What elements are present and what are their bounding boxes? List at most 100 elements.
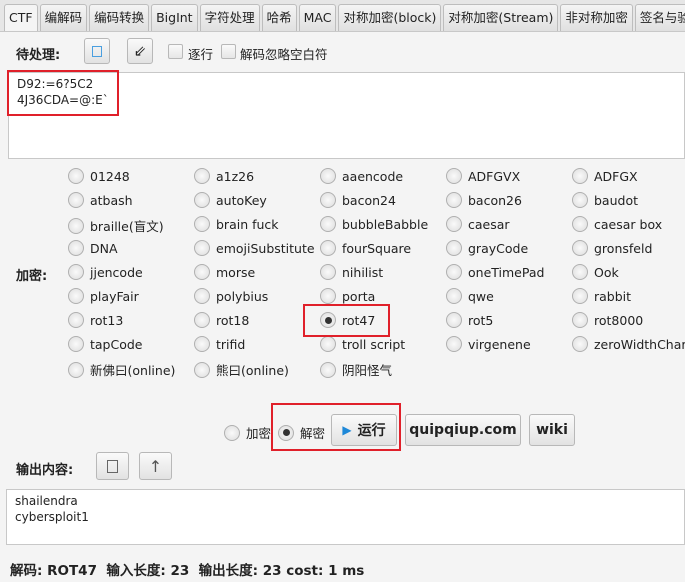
tab-6[interactable]: MAC — [298, 4, 337, 31]
algorithm-radio[interactable]: zeroWidthChar — [572, 336, 685, 352]
radio-dot — [194, 361, 210, 378]
algorithm-radio[interactable]: caesar box — [572, 216, 662, 232]
algorithm-radio[interactable]: playFair — [68, 288, 139, 304]
algorithm-radio[interactable]: oneTimePad — [446, 264, 544, 280]
algorithm-radio[interactable]: nihilist — [320, 264, 383, 280]
algorithm-radio[interactable]: grayCode — [446, 240, 528, 256]
algorithm-radio[interactable]: caesar — [446, 216, 510, 232]
algorithm-radio[interactable]: 新佛曰(online) — [68, 360, 175, 379]
radio-dot — [68, 264, 84, 280]
algorithm-label: rot13 — [90, 312, 124, 328]
algorithm-radio[interactable]: ADFGVX — [446, 168, 520, 184]
algorithm-radio[interactable]: aaencode — [320, 168, 403, 184]
algorithm-radio[interactable]: bacon24 — [320, 192, 396, 208]
algorithm-label: baudot — [594, 192, 639, 208]
radio-dot — [68, 240, 84, 256]
algorithm-radio[interactable]: tapCode — [68, 336, 143, 352]
radio-dot — [320, 216, 336, 232]
algorithm-radio[interactable]: baudot — [572, 192, 638, 208]
copy-output-button[interactable] — [96, 452, 129, 480]
tab-10[interactable]: 签名与验签 — [634, 4, 685, 31]
tab-4[interactable]: 字符处理 — [199, 4, 260, 31]
algorithm-label: porta — [342, 288, 376, 304]
algorithm-radio[interactable]: bacon26 — [446, 192, 522, 208]
radio-dot — [446, 240, 462, 256]
radio-dot — [446, 192, 462, 208]
algorithm-radio[interactable]: braille(盲文) — [68, 216, 164, 235]
algorithm-radio[interactable]: autoKey — [194, 192, 267, 208]
copy-input-button[interactable] — [84, 38, 110, 64]
algorithm-label: brain fuck — [216, 216, 279, 232]
tab-1[interactable]: 编解码 — [39, 4, 88, 31]
radio-dot — [320, 192, 336, 208]
tab-9[interactable]: 非对称加密 — [560, 4, 633, 31]
algorithm-radio[interactable]: rot18 — [194, 312, 249, 328]
ignore-whitespace-checkbox[interactable] — [221, 44, 236, 59]
output-textarea[interactable]: shailendra cybersploit1 — [6, 489, 685, 545]
radio-dot — [572, 336, 588, 352]
algorithm-radio[interactable]: ADFGX — [572, 168, 638, 184]
radio-dot — [68, 192, 84, 208]
algorithm-label: atbash — [90, 192, 133, 208]
radio-dot — [68, 288, 84, 304]
radio-dot — [446, 168, 462, 184]
move-up-button[interactable]: ↑ — [139, 452, 172, 480]
algorithm-radio[interactable]: emojiSubstitute — [194, 240, 315, 256]
algorithm-radio[interactable]: 阴阳怪气 — [320, 360, 392, 379]
radio-dot — [194, 216, 210, 232]
radio-dot — [572, 264, 588, 280]
algorithm-radio[interactable]: gronsfeld — [572, 240, 652, 256]
algorithm-label: aaencode — [342, 168, 404, 184]
algorithm-radio[interactable]: bubbleBabble — [320, 216, 428, 232]
algorithm-radio[interactable]: polybius — [194, 288, 268, 304]
algorithm-radio[interactable]: troll script — [320, 336, 405, 352]
radio-dot — [68, 361, 84, 378]
algorithm-radio[interactable]: rot13 — [68, 312, 123, 328]
tab-8[interactable]: 对称加密(Stream) — [443, 4, 559, 31]
algorithm-radio[interactable]: jjencode — [68, 264, 143, 280]
algorithm-radio[interactable]: rabbit — [572, 288, 631, 304]
tab-7[interactable]: 对称加密(block) — [338, 4, 442, 31]
radio-dot — [194, 264, 210, 280]
algorithm-radio[interactable]: 熊曰(online) — [194, 360, 289, 379]
output-line: shailendra — [15, 494, 78, 508]
algorithm-radio[interactable]: Ook — [572, 264, 619, 280]
algorithm-label: bacon26 — [468, 192, 522, 208]
radio-dot — [320, 264, 336, 280]
algorithm-label: virgenene — [468, 336, 531, 352]
algorithm-radio[interactable]: rot8000 — [572, 312, 643, 328]
algorithm-radio[interactable]: qwe — [446, 288, 494, 304]
arrow-in-icon: ⇙ — [133, 42, 147, 60]
algorithm-label: jjencode — [90, 264, 143, 280]
algorithm-radio[interactable]: morse — [194, 264, 255, 280]
tab-0[interactable]: CTF — [4, 4, 38, 31]
algorithm-radio[interactable]: fourSquare — [320, 240, 411, 256]
algorithm-label: rot8000 — [594, 312, 644, 328]
quipqiup-button[interactable]: quipqiup.com — [405, 414, 521, 446]
algorithm-radio[interactable]: atbash — [68, 192, 133, 208]
algorithm-radio[interactable]: 01248 — [68, 168, 130, 184]
tab-3[interactable]: BigInt — [151, 4, 198, 31]
line-by-line-checkbox[interactable] — [168, 44, 183, 59]
encrypt-mode-radio[interactable]: 加密 — [224, 423, 271, 442]
algorithm-radio[interactable]: trifid — [194, 336, 245, 352]
tab-2[interactable]: 编码转换 — [89, 4, 150, 31]
algorithm-radio[interactable]: porta — [320, 288, 375, 304]
algorithm-radio[interactable]: rot5 — [446, 312, 493, 328]
algorithm-label: ADFGX — [594, 168, 638, 184]
highlight-input — [7, 70, 119, 116]
algorithm-radio[interactable]: virgenene — [446, 336, 531, 352]
radio-dot — [446, 288, 462, 304]
algorithm-radio[interactable]: brain fuck — [194, 216, 279, 232]
algorithm-radio[interactable]: DNA — [68, 240, 118, 256]
algorithm-label: grayCode — [468, 240, 529, 256]
paste-input-button[interactable]: ⇙ — [127, 38, 153, 64]
tab-5[interactable]: 哈希 — [261, 4, 297, 31]
algorithm-label: playFair — [90, 288, 139, 304]
ignore-whitespace-label: 解码忽略空白符 — [240, 47, 328, 62]
algorithm-radio[interactable]: a1z26 — [194, 168, 254, 184]
algorithm-label: ADFGVX — [468, 168, 521, 184]
algorithm-label: 01248 — [90, 168, 130, 184]
wiki-button[interactable]: wiki — [529, 414, 575, 446]
radio-dot — [572, 168, 588, 184]
